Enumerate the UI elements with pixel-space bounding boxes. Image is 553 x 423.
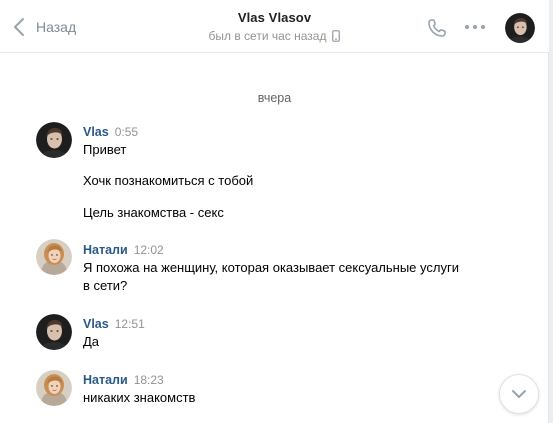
mobile-phone-icon <box>332 30 341 42</box>
message-author[interactable]: Натали <box>83 373 128 387</box>
chevron-down-icon <box>512 390 526 398</box>
message-meta: Vlas 12:51 <box>83 317 145 331</box>
message-time: 0:55 <box>114 125 139 139</box>
message-time: 18:23 <box>133 373 164 387</box>
chat-header: Назад Vlas Vlasov был в сети час назад <box>0 0 549 53</box>
message-time: 12:51 <box>114 317 145 331</box>
message-meta: Натали 12:02 <box>83 243 164 257</box>
avatar-photo <box>36 122 72 158</box>
scroll-down-button[interactable] <box>499 374 539 414</box>
message-time: 12:02 <box>133 243 164 257</box>
message-author[interactable]: Vlas <box>83 125 109 139</box>
avatar-photo <box>505 13 535 43</box>
message-author[interactable]: Натали <box>83 243 128 257</box>
avatar-photo <box>36 314 72 350</box>
message-text: Привет <box>83 142 127 157</box>
avatar-photo <box>36 370 72 406</box>
message-text: никаких знакомств <box>83 390 196 405</box>
avatar[interactable] <box>36 314 72 350</box>
avatar[interactable] <box>36 122 72 158</box>
last-seen-status: был в сети час назад <box>209 29 341 43</box>
message-text: Цель знакомства - секс <box>83 205 224 220</box>
phone-icon[interactable] <box>426 17 448 39</box>
message-text: Я похожа на женщину, которая оказывает с… <box>83 260 459 275</box>
message-author[interactable]: Vlas <box>83 317 109 331</box>
avatar[interactable] <box>36 370 72 406</box>
last-seen-text: был в сети час назад <box>208 29 327 43</box>
avatar-photo <box>36 239 72 275</box>
message-text: Да <box>83 334 100 349</box>
message-text: Хочк познакомиться с тобой <box>83 173 254 188</box>
date-divider: вчера <box>257 91 292 105</box>
header-avatar[interactable] <box>505 13 535 43</box>
message-text: в сети? <box>83 278 128 293</box>
more-dots-icon[interactable] <box>464 20 486 34</box>
avatar[interactable] <box>36 239 72 275</box>
message-meta: Натали 18:23 <box>83 373 164 387</box>
chat-panel: Назад Vlas Vlasov был в сети час назад в… <box>0 0 549 423</box>
message-meta: Vlas 0:55 <box>83 125 138 139</box>
